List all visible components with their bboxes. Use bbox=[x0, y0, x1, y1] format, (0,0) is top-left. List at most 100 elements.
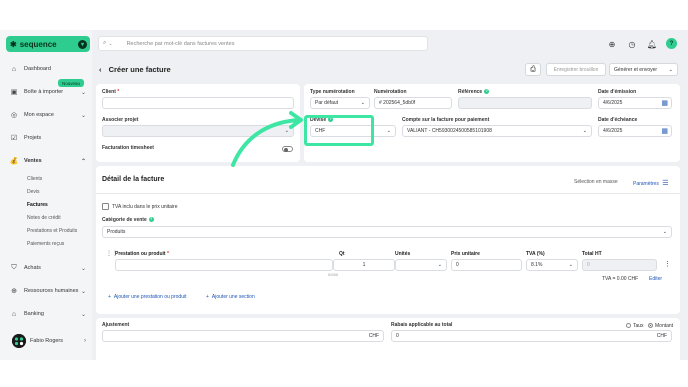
sidebar-item-sales[interactable]: 💰 Ventes ⌃ bbox=[10, 157, 86, 165]
sidebar-subitem-credit-notes[interactable]: Notes de crédit bbox=[27, 215, 61, 221]
sidebar-subitem-invoices[interactable]: Factures bbox=[27, 202, 48, 208]
sidebar-item-projects[interactable]: ☑ Projets bbox=[10, 134, 86, 142]
tva-select[interactable]: 8.1% ⌄ bbox=[526, 259, 578, 271]
col-units: Unités bbox=[395, 251, 411, 257]
numbering-type-select[interactable]: Par défaut ⌄ bbox=[310, 97, 370, 109]
due-date-field[interactable]: 4/6/2025 ▦ bbox=[598, 125, 672, 137]
sidebar-item-dashboard[interactable]: ⌂ Dashboard bbox=[10, 65, 86, 73]
sidebar-subitem-clients[interactable]: Clients bbox=[27, 176, 42, 182]
category-select[interactable]: Produits ⌄ bbox=[102, 226, 672, 238]
mass-select-link[interactable]: Sélection en masse bbox=[574, 179, 618, 185]
more-vertical-icon[interactable]: ⋮ bbox=[664, 260, 671, 268]
user-menu[interactable]: Fabio Rogers › bbox=[30, 338, 86, 344]
user-name: Fabio Rogers bbox=[30, 338, 64, 344]
sidebar-item-label: Dashboard bbox=[24, 66, 51, 72]
app-frame: ✱ sequence ▾ ⌂ Dashboard Nouveau ▣ Boîte… bbox=[0, 30, 688, 360]
chevron-down-icon: ⌄ bbox=[108, 40, 113, 47]
reference-label: Référence? bbox=[458, 89, 490, 95]
sidebar-item-workspace[interactable]: ◎ Mon espace ⌄ bbox=[10, 111, 86, 119]
back-icon[interactable]: ‹ bbox=[99, 65, 102, 74]
calendar-icon[interactable]: ▦ bbox=[661, 127, 668, 135]
check-square-icon: ☑ bbox=[10, 135, 18, 142]
category-label: Catégorie de vente? bbox=[102, 217, 154, 223]
chevron-down-icon: ⌄ bbox=[662, 229, 667, 235]
col-total: Total HT bbox=[582, 251, 602, 257]
generate-send-button[interactable]: Générer et envoyer ⌄ bbox=[609, 63, 678, 76]
sidebar-item-banking[interactable]: ⌂ Banking ⌄ bbox=[10, 310, 86, 318]
save-draft-button[interactable]: Enregistrer brouillon bbox=[546, 63, 606, 76]
tva-included-checkbox[interactable] bbox=[102, 203, 109, 210]
chevron-down-icon: ⌄ bbox=[568, 262, 573, 268]
adjust-input[interactable]: CHF bbox=[102, 330, 384, 342]
sidebar-item-label: Boîte à importer bbox=[24, 89, 64, 95]
money-bag-icon: 💰 bbox=[9, 158, 19, 165]
amount-radio[interactable] bbox=[648, 323, 653, 328]
compass-icon: ◎ bbox=[10, 112, 18, 119]
edit-link[interactable]: Editer bbox=[649, 276, 662, 282]
help-button[interactable]: ? bbox=[666, 38, 677, 49]
numbering-field[interactable]: # 202564_5db0f bbox=[374, 97, 452, 109]
total-field: 0 bbox=[582, 259, 657, 271]
bank-icon: ⌂ bbox=[11, 310, 17, 318]
sequence-logo-icon: ✱ bbox=[10, 39, 17, 49]
sidebar-item-label: Mon espace bbox=[24, 112, 54, 118]
highlight-box bbox=[304, 115, 374, 146]
brand-logo[interactable]: ✱ sequence ▾ bbox=[6, 36, 90, 52]
sidebar-item-purchases[interactable]: ⛉ Achats ⌄ bbox=[10, 264, 86, 272]
search-placeholder: Recherche par mot-clé dans factures vent… bbox=[126, 40, 235, 47]
menu-icon: ☰ bbox=[662, 180, 669, 187]
issue-date-label: Date d'émission bbox=[598, 89, 637, 95]
plus-icon: + bbox=[206, 294, 209, 300]
account-select[interactable]: VALIANT - CH5930024500585101908 ⌄ bbox=[402, 125, 592, 137]
sidebar-item-label: Achats bbox=[24, 265, 41, 271]
clock-icon[interactable]: ◷ bbox=[627, 39, 637, 49]
add-item-button[interactable]: + Ajouter une prestation ou produit bbox=[108, 294, 186, 300]
chevron-down-icon: ⌄ bbox=[668, 66, 673, 73]
sidebar-subitem-quotes[interactable]: Devis bbox=[27, 189, 40, 195]
sidebar-item-label: Projets bbox=[24, 135, 42, 141]
sidebar-item-label: Ressources humaines bbox=[24, 288, 79, 294]
amount-radio-label: Montant bbox=[655, 323, 674, 329]
sidebar-item-hr[interactable]: ⊕ Ressources humaines ⌄ bbox=[10, 287, 86, 295]
reference-field[interactable] bbox=[458, 97, 592, 109]
bell-icon[interactable]: 🔔︎ bbox=[647, 39, 657, 49]
product-input[interactable] bbox=[115, 259, 333, 271]
add-icon[interactable]: ⊕ bbox=[607, 39, 617, 49]
avatar[interactable] bbox=[12, 334, 26, 348]
discount-label: Rabais applicable au total bbox=[391, 322, 453, 328]
sidebar: ✱ sequence ▾ ⌂ Dashboard Nouveau ▣ Boîte… bbox=[0, 30, 92, 360]
params-link[interactable]: Paramètres ☰ bbox=[633, 179, 669, 187]
col-unit-price: Prix unitaire bbox=[451, 251, 480, 257]
project-label: Associer projet bbox=[102, 117, 139, 123]
chevron-down-icon: ⌄ bbox=[80, 288, 86, 295]
brand-name: sequence bbox=[19, 39, 57, 49]
sidebar-item-inbox[interactable]: ▣ Boîte à importer ⌄ bbox=[10, 88, 86, 96]
preview-button[interactable]: ⎙ bbox=[525, 63, 541, 76]
invoice-details-card bbox=[96, 166, 680, 314]
issue-date-field[interactable]: 4/6/2025 ▦ bbox=[598, 97, 672, 109]
rate-radio[interactable] bbox=[626, 323, 631, 328]
col-qty: Qt bbox=[339, 251, 345, 257]
sidebar-subitem-payments-received[interactable]: Paiements reçus bbox=[27, 241, 64, 247]
qty-input[interactable]: 1 bbox=[333, 259, 395, 271]
tva-total: TVA = 0.00 CHF bbox=[602, 276, 639, 282]
currency-suffix: CHF bbox=[656, 333, 667, 339]
chevron-down-icon: ⌄ bbox=[80, 89, 86, 96]
info-icon: ? bbox=[484, 89, 490, 95]
search-input[interactable]: ⌕ ⌄ Recherche par mot-clé dans factures … bbox=[98, 36, 428, 51]
calendar-icon[interactable]: ▦ bbox=[661, 99, 668, 107]
chevron-up-icon: ⌃ bbox=[80, 158, 86, 165]
chevron-down-icon[interactable]: ▾ bbox=[78, 39, 87, 49]
units-select[interactable]: ⌄ bbox=[395, 259, 447, 271]
adjust-label: Ajustement bbox=[102, 322, 130, 328]
add-section-button[interactable]: + Ajouter une section bbox=[206, 294, 255, 300]
page-title: ‹ Créer une facture bbox=[99, 65, 171, 74]
unit-price-input[interactable]: 0 bbox=[451, 259, 522, 271]
top-bar: ⌕ ⌄ Recherche par mot-clé dans factures … bbox=[92, 30, 688, 57]
client-field[interactable] bbox=[102, 97, 294, 109]
divider bbox=[96, 193, 680, 194]
timesheet-label: Facturation timesheet bbox=[102, 145, 154, 151]
discount-input[interactable]: 0 CHF bbox=[391, 330, 672, 342]
inbox-icon: ▣ bbox=[10, 89, 18, 96]
sidebar-subitem-services-products[interactable]: Prestations et Produits bbox=[27, 228, 77, 234]
